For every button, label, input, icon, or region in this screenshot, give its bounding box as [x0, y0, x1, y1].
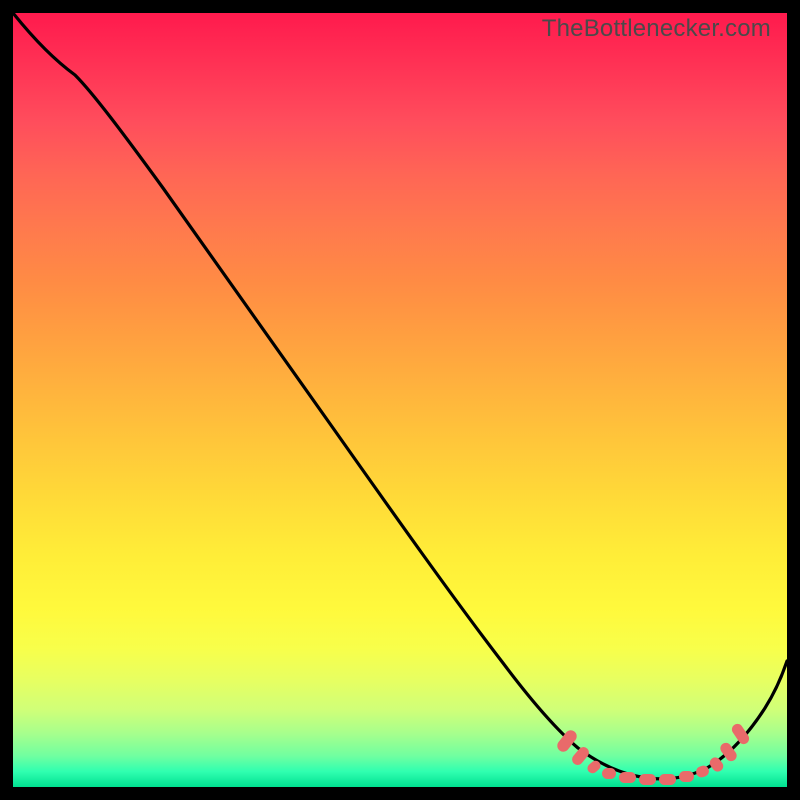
chart-container: TheBottlenecker.com: [0, 0, 800, 800]
optimal-marker: [639, 774, 656, 785]
curve-path: [13, 13, 787, 779]
optimal-marker: [602, 768, 616, 779]
optimal-marker: [659, 774, 676, 785]
optimal-marker: [619, 772, 636, 783]
plot-area: TheBottlenecker.com: [13, 13, 787, 787]
optimal-marker: [679, 771, 694, 782]
bottleneck-curve: [13, 13, 787, 787]
